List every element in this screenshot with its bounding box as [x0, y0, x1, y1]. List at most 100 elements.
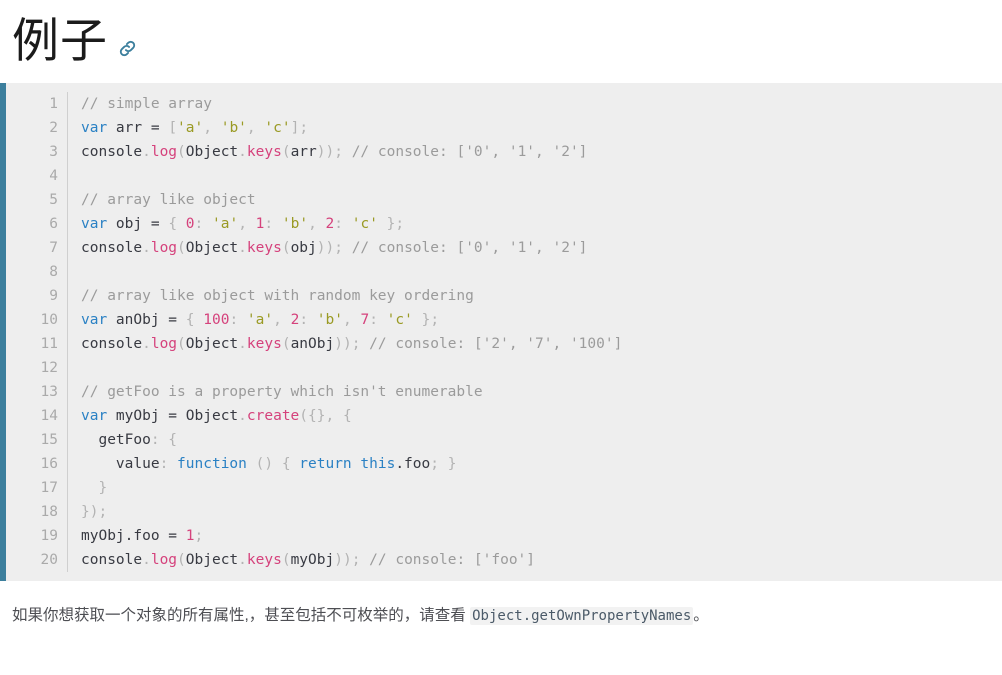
code-token-punct: .	[142, 144, 151, 160]
link-icon[interactable]	[117, 38, 138, 59]
code-token-punct: [	[168, 120, 178, 136]
code-token-punct: (	[281, 144, 291, 160]
code-token-plain: console	[81, 336, 143, 352]
code-line-content[interactable]: var obj = { 0: 'a', 1: 'b', 2: 'c' };	[68, 212, 1002, 236]
code-token-punct: () {	[255, 456, 291, 472]
code-token-string: 'c'	[351, 216, 378, 232]
line-number: 4	[6, 164, 68, 188]
code-line: 16 value: function () { return this.foo;…	[6, 452, 1002, 476]
code-token-plain: anObj	[290, 336, 335, 352]
paragraph-text-after: 。	[693, 607, 709, 624]
line-number: 18	[6, 500, 68, 524]
code-token-punct: :	[369, 312, 387, 328]
code-line: 17 }	[6, 476, 1002, 500]
code-token-string: 'c'	[264, 120, 291, 136]
code-line: 2 var arr = ['a', 'b', 'c'];	[6, 116, 1002, 140]
code-token-punct: ,	[343, 312, 361, 328]
code-token-punct: (	[177, 144, 186, 160]
code-token-punct: .	[238, 144, 247, 160]
line-number: 1	[6, 92, 68, 116]
code-token-punct: }	[412, 312, 431, 328]
code-token-keyword: var	[81, 120, 108, 136]
line-number: 11	[6, 332, 68, 356]
code-token-plain: myObj =	[107, 408, 186, 424]
code-token-number: 0	[185, 216, 195, 232]
code-token-comment: // array like object	[81, 192, 256, 208]
code-token-keyword: this	[360, 456, 396, 472]
code-line-content[interactable]: // array like object	[68, 188, 1002, 212]
code-token-punct: ,	[246, 120, 265, 136]
line-number: 13	[6, 380, 68, 404]
code-line-content[interactable]: var myObj = Object.create({}, {	[68, 404, 1002, 428]
code-token-punct: : {	[150, 432, 178, 448]
code-line: 13 // getFoo is a property which isn't en…	[6, 380, 1002, 404]
code-token-number: 1	[185, 528, 195, 544]
code-line-content[interactable]: }	[68, 476, 1002, 500]
code-line-content[interactable]: // simple array	[68, 92, 1002, 116]
code-line: 20 console.log(Object.keys(myObj)); // co…	[6, 548, 1002, 572]
code-line-content[interactable]: console.log(Object.keys(arr)); // consol…	[68, 140, 1002, 164]
code-token-punct: {	[185, 312, 204, 328]
code-token-punct: })	[81, 504, 99, 520]
code-token-punct: ))	[334, 552, 352, 568]
code-token-punct: .	[238, 240, 247, 256]
code-line-content[interactable]	[68, 164, 1002, 188]
code-line: 10 var anObj = { 100: 'a', 2: 'b', 7: 'c'…	[6, 308, 1002, 332]
code-token-punct: ,	[273, 312, 291, 328]
code-token-string: 'a'	[211, 216, 239, 232]
code-line-content[interactable]: // getFoo is a property which isn't enum…	[68, 380, 1002, 404]
code-token-punct: }	[377, 216, 396, 232]
code-line-content[interactable]: myObj.foo = 1;	[68, 524, 1002, 548]
code-token-plain: myObj	[290, 552, 335, 568]
code-token-punct: (	[177, 336, 186, 352]
code-line-content[interactable]: var arr = ['a', 'b', 'c'];	[68, 116, 1002, 140]
code-line-content[interactable]: // array like object with random key ord…	[68, 284, 1002, 308]
code-token-punct: (	[281, 552, 291, 568]
line-number: 7	[6, 236, 68, 260]
line-number: 12	[6, 356, 68, 380]
code-token-plain: Object	[185, 144, 239, 160]
code-token-function: log	[150, 240, 178, 256]
code-token-punct: ;	[194, 528, 204, 544]
code-token-punct: ;	[351, 552, 370, 568]
code-token-punct: .	[142, 240, 151, 256]
code-line-content[interactable]: var anObj = { 100: 'a', 2: 'b', 7: 'c' }…	[68, 308, 1002, 332]
code-token-keyword: var	[81, 312, 108, 328]
code-token-plain: obj =	[107, 216, 169, 232]
code-token-string: 'a'	[177, 120, 204, 136]
code-line-content[interactable]: console.log(Object.keys(myObj)); // cons…	[68, 548, 1002, 572]
code-line: 8	[6, 260, 1002, 284]
code-token-punct: ,	[308, 216, 326, 232]
code-line-content[interactable]	[68, 260, 1002, 284]
code-token-plain: Object	[185, 240, 239, 256]
code-token-punct: ;	[395, 216, 405, 232]
code-token-punct: .	[238, 336, 247, 352]
code-line: 15 getFoo: {	[6, 428, 1002, 452]
inline-code-getownpropertynames[interactable]: Object.getOwnPropertyNames	[470, 607, 694, 625]
code-token-punct: :	[334, 216, 352, 232]
line-number: 17	[6, 476, 68, 500]
code-token-punct: ))	[316, 240, 335, 256]
code-line-content[interactable]: getFoo: {	[68, 428, 1002, 452]
line-number: 5	[6, 188, 68, 212]
code-line-content[interactable]: value: function () { return this.foo; }	[68, 452, 1002, 476]
code-token-keyword: return	[299, 456, 352, 472]
code-token-comment: // console: ['foo']	[369, 552, 536, 568]
page-title-text: 例子	[12, 16, 108, 68]
code-block[interactable]: 1// simple array 2 var arr = ['a', 'b', 'c…	[0, 83, 1002, 581]
code-token-punct: ,	[203, 120, 221, 136]
code-token-plain: arr =	[107, 120, 169, 136]
code-token-comment: // array like object with random key ord…	[81, 288, 474, 304]
code-line-content[interactable]: console.log(Object.keys(obj)); // consol…	[68, 236, 1002, 260]
code-token-function: log	[150, 144, 178, 160]
code-line-content[interactable]: console.log(Object.keys(anObj)); // cons…	[68, 332, 1002, 356]
code-token-number: 7	[360, 312, 370, 328]
code-token-function: log	[150, 336, 178, 352]
code-token-punct: .	[238, 408, 247, 424]
line-number: 20	[6, 548, 68, 572]
code-token-function: create	[246, 408, 300, 424]
code-line-content[interactable]: });	[68, 500, 1002, 524]
code-line-content[interactable]	[68, 356, 1002, 380]
code-token-string: 'b'	[281, 216, 309, 232]
